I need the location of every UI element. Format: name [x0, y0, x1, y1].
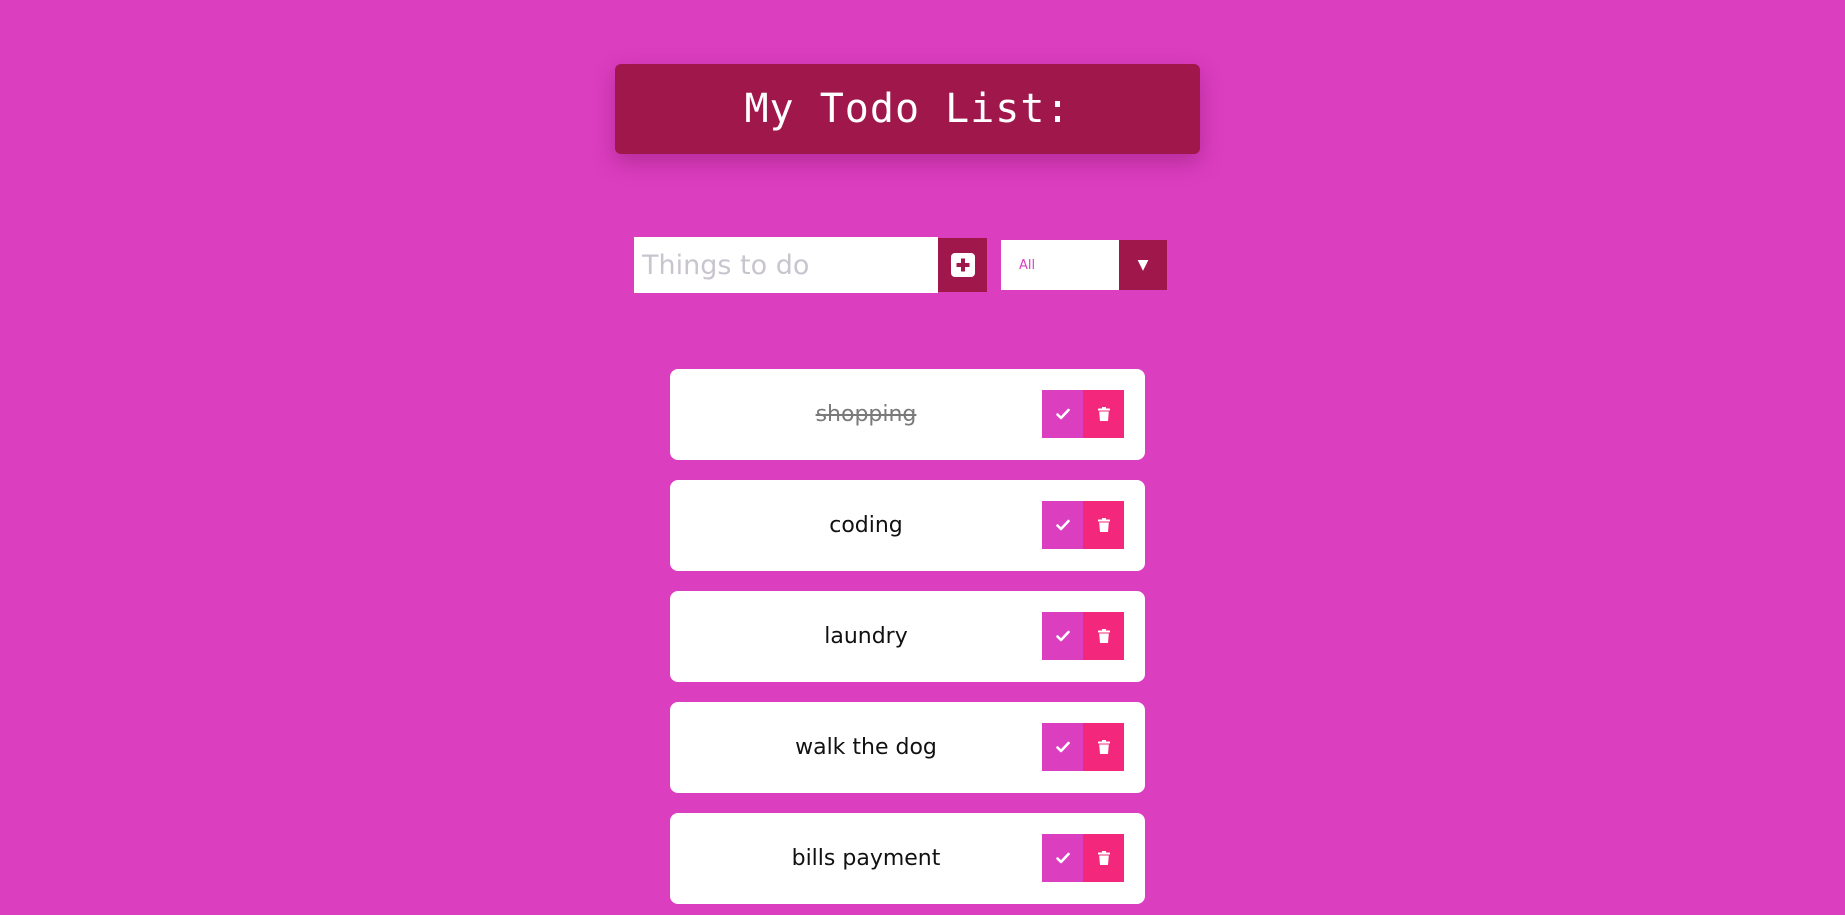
- plus-square-icon: [950, 253, 975, 277]
- delete-button[interactable]: [1083, 501, 1124, 549]
- todo-item: coding: [670, 480, 1145, 571]
- page-header: My Todo List:: [615, 64, 1200, 154]
- check-icon: [1055, 741, 1070, 753]
- page-title: My Todo List:: [744, 86, 1071, 132]
- trash-icon: [1097, 851, 1110, 865]
- complete-button[interactable]: [1042, 612, 1083, 660]
- delete-button[interactable]: [1083, 834, 1124, 882]
- todo-text: coding: [829, 513, 903, 538]
- check-icon: [1055, 408, 1070, 420]
- todo-text: shopping: [815, 402, 917, 427]
- todo-item: laundry: [670, 591, 1145, 682]
- trash-icon: [1097, 407, 1110, 421]
- check-icon: [1055, 630, 1070, 642]
- trash-icon: [1097, 740, 1110, 754]
- add-todo-form: [634, 237, 987, 293]
- complete-button[interactable]: [1042, 723, 1083, 771]
- delete-button[interactable]: [1083, 390, 1124, 438]
- todo-list: shopping coding laundry walk the dog bil…: [670, 369, 1145, 915]
- check-icon: [1055, 852, 1070, 864]
- complete-button[interactable]: [1042, 834, 1083, 882]
- todo-text: walk the dog: [795, 735, 937, 760]
- add-todo-button[interactable]: [938, 238, 987, 292]
- triangle-down-icon[interactable]: ▼: [1119, 240, 1167, 290]
- todo-text: bills payment: [791, 846, 941, 871]
- trash-icon: [1097, 518, 1110, 532]
- todo-item: shopping: [670, 369, 1145, 460]
- todo-input[interactable]: [634, 237, 938, 293]
- filter-select[interactable]: All ▼: [1001, 240, 1167, 290]
- todo-item: bills payment: [670, 813, 1145, 904]
- todo-item: walk the dog: [670, 702, 1145, 793]
- trash-icon: [1097, 629, 1110, 643]
- todo-app: My Todo List: All ▼ shopping: [0, 0, 1845, 915]
- filter-selected-value: All: [1019, 257, 1036, 273]
- complete-button[interactable]: [1042, 501, 1083, 549]
- delete-button[interactable]: [1083, 723, 1124, 771]
- todo-text: laundry: [824, 624, 908, 649]
- delete-button[interactable]: [1083, 612, 1124, 660]
- complete-button[interactable]: [1042, 390, 1083, 438]
- check-icon: [1055, 519, 1070, 531]
